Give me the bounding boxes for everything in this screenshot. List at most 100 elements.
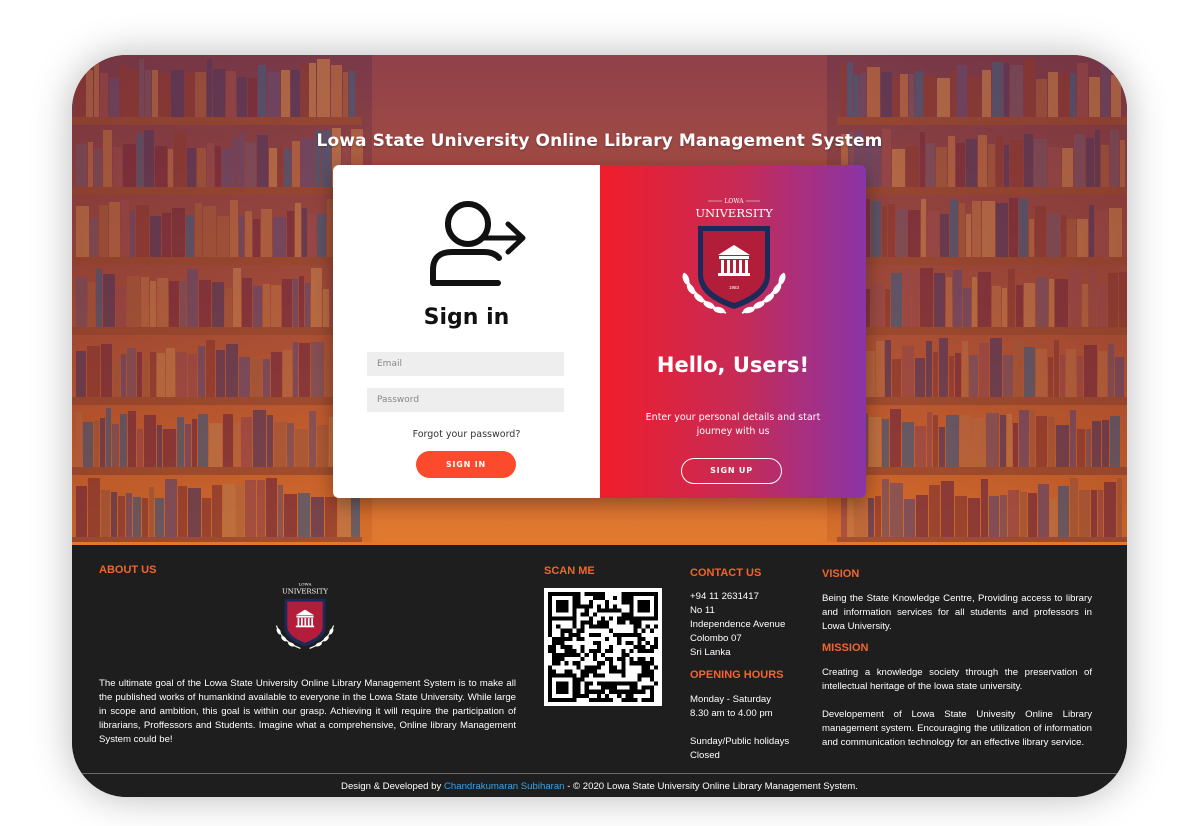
signin-button[interactable]: SIGN IN <box>416 451 516 478</box>
qr-module <box>609 697 614 702</box>
auth-card: Sign in Forgot your password? SIGN IN LO… <box>333 165 866 498</box>
qr-module <box>600 620 606 625</box>
page-frame: Lowa State University Online Library Man… <box>72 55 1127 797</box>
qr-module <box>560 632 565 637</box>
qr-module <box>576 632 581 637</box>
qr-module <box>588 616 593 621</box>
email-field[interactable] <box>367 352 564 376</box>
qr-module <box>641 600 646 605</box>
developer-link[interactable]: Chandrakumaran Subiharan <box>444 781 565 792</box>
qr-module <box>556 673 561 678</box>
qr-module <box>596 693 601 698</box>
qr-module <box>609 665 614 670</box>
qr-module <box>641 657 646 662</box>
qr-module <box>596 604 601 609</box>
qr-module <box>625 600 630 605</box>
qr-module <box>560 600 565 605</box>
qr-module <box>613 681 618 686</box>
qr-module <box>592 657 597 662</box>
qr-module <box>556 624 561 629</box>
qr-module <box>600 689 606 694</box>
qr-module <box>621 669 626 674</box>
qr-module <box>645 592 650 597</box>
qr-module <box>637 657 642 662</box>
qr-module <box>621 661 626 666</box>
qr-module <box>588 620 593 625</box>
mission-text-2: Developement of Lowa State Univesity Onl… <box>822 709 1092 748</box>
qr-module <box>564 644 569 650</box>
qr-module <box>568 632 573 637</box>
qr-module <box>580 612 585 617</box>
qr-module <box>625 681 630 686</box>
scan-heading: SCAN ME <box>544 565 595 577</box>
qr-module <box>548 697 553 702</box>
qr-module <box>572 620 577 625</box>
qr-module <box>552 644 557 650</box>
qr-module <box>645 649 650 654</box>
qr-module <box>621 600 626 605</box>
signup-button[interactable]: SIGN UP <box>681 458 782 484</box>
qr-module <box>548 693 553 698</box>
qr-module <box>596 596 601 601</box>
qr-module <box>617 632 622 637</box>
footer: ABOUT US LOWA UNIVERSITY The ultimate go… <box>72 545 1127 797</box>
qr-module <box>572 697 577 702</box>
qr-module <box>637 616 642 621</box>
qr-module <box>592 689 597 694</box>
qr-module <box>649 697 654 702</box>
qr-module <box>600 661 606 666</box>
qr-module <box>580 649 585 654</box>
forgot-password-link[interactable]: Forgot your password? <box>333 429 600 440</box>
qr-module <box>617 657 622 662</box>
qr-module <box>576 665 581 670</box>
qr-module <box>613 608 618 613</box>
qr-module <box>645 604 650 609</box>
qr-module <box>568 673 573 678</box>
qr-module <box>564 604 569 609</box>
qr-module <box>629 592 634 597</box>
qr-module <box>649 673 654 678</box>
qr-module <box>613 632 618 637</box>
qr-module <box>580 673 585 678</box>
qr-module <box>649 628 654 633</box>
qr-module <box>548 624 553 629</box>
qr-module <box>617 608 622 613</box>
qr-module <box>560 653 565 658</box>
qr-module <box>576 592 581 597</box>
password-field[interactable] <box>367 388 564 412</box>
qr-module <box>637 640 642 645</box>
qr-module <box>621 649 626 654</box>
about-text: The ultimate goal of the Lowa State Univ… <box>99 678 516 745</box>
qr-module <box>568 592 573 597</box>
qr-module <box>548 600 553 605</box>
qr-module <box>596 649 601 654</box>
qr-module <box>600 681 606 686</box>
qr-module <box>633 628 638 633</box>
qr-module <box>556 681 561 686</box>
qr-module <box>633 697 638 702</box>
qr-module <box>649 677 654 682</box>
copyright: Design & Developed by Chandrakumaran Sub… <box>72 781 1127 792</box>
qr-module <box>584 612 589 617</box>
qr-module <box>617 669 622 674</box>
qr-module <box>621 673 626 678</box>
hours-holiday-days: Sunday/Public holidays <box>690 736 790 747</box>
qr-module <box>621 665 626 670</box>
qr-module <box>629 608 634 613</box>
contact-heading: CONTACT US <box>690 567 762 579</box>
qr-module <box>633 616 638 621</box>
qr-module <box>629 612 634 617</box>
qr-module <box>609 681 614 686</box>
qr-module <box>572 661 577 666</box>
qr-module <box>609 685 614 690</box>
qr-module <box>641 669 646 674</box>
qr-module <box>621 653 626 658</box>
qr-module <box>629 697 634 702</box>
qr-module <box>605 624 610 629</box>
qr-module <box>600 624 606 629</box>
qr-module <box>617 620 622 625</box>
qr-module <box>649 657 654 662</box>
qr-module <box>560 657 565 662</box>
qr-module <box>592 665 597 670</box>
qr-module <box>633 632 638 637</box>
